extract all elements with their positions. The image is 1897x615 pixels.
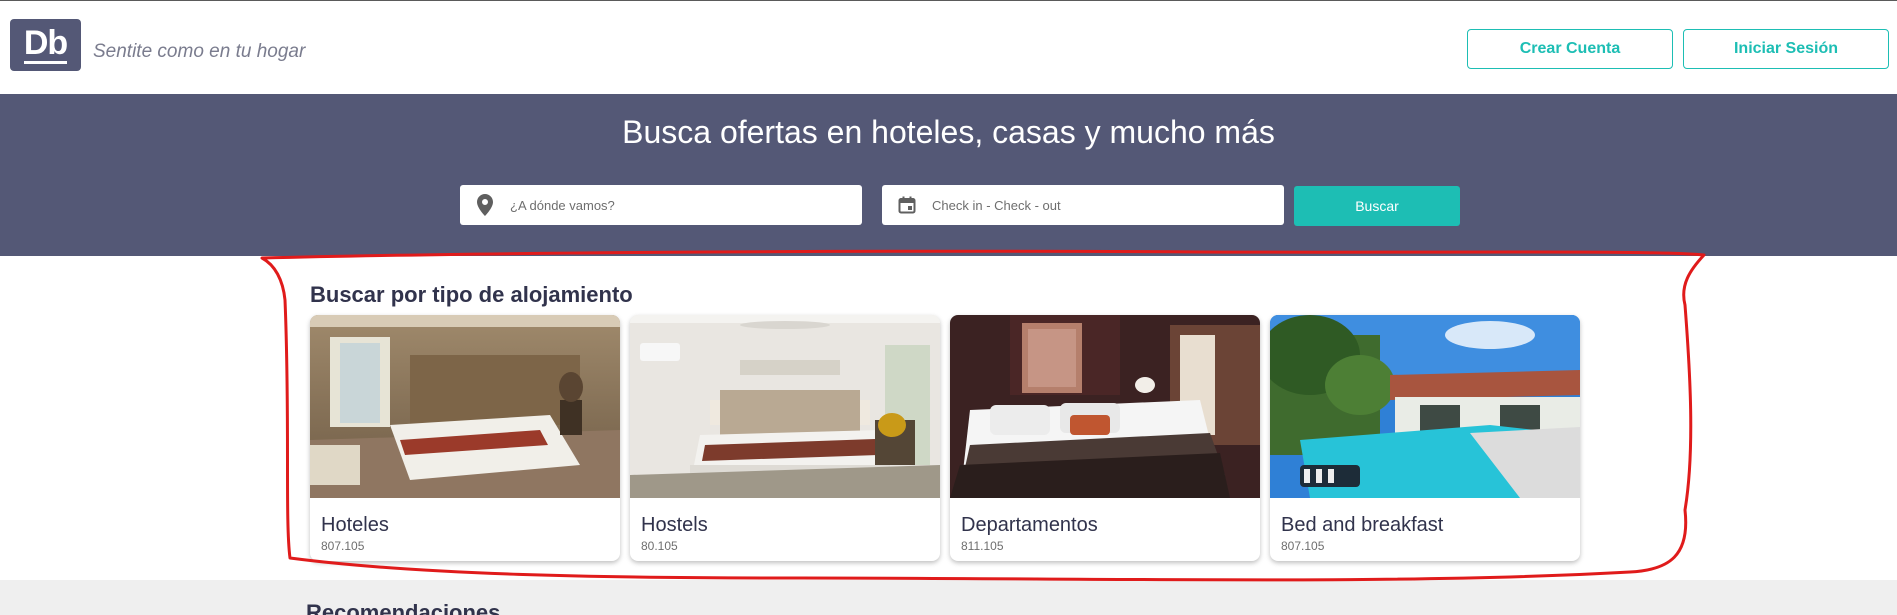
destination-field[interactable]: ¿A dónde vamos?	[460, 185, 862, 225]
destination-placeholder: ¿A dónde vamos?	[510, 197, 615, 213]
recommendations-title: Recomendaciones	[306, 600, 501, 615]
tagline: Sentite como en tu hogar	[93, 41, 306, 62]
recommendations-section: Recomendaciones	[0, 580, 1897, 615]
apartment-room-image	[950, 315, 1260, 498]
login-button[interactable]: Iniciar Sesión	[1683, 29, 1889, 69]
header: Db Sentite como en tu hogar Crear Cuenta…	[0, 0, 1897, 94]
search-button[interactable]: Buscar	[1294, 186, 1460, 226]
hotel-room-image	[310, 315, 620, 498]
category-count: 811.105	[961, 539, 1004, 553]
category-count: 807.105	[321, 539, 365, 553]
category-count: 807.105	[1281, 539, 1325, 553]
hero-search-section: Busca ofertas en hoteles, casas y mucho …	[0, 94, 1897, 256]
location-pin-icon	[460, 194, 510, 216]
category-card-hoteles[interactable]: Hoteles 807.105	[310, 315, 620, 561]
category-label: Hostels	[641, 514, 708, 536]
category-label: Hoteles	[321, 514, 389, 536]
create-account-button[interactable]: Crear Cuenta	[1467, 29, 1673, 69]
category-count: 80.105	[641, 539, 678, 553]
page: Db Sentite como en tu hogar Crear Cuenta…	[0, 0, 1897, 615]
logo[interactable]: Db	[10, 19, 81, 71]
logo-text: Db	[23, 24, 68, 64]
dates-placeholder: Check in - Check - out	[932, 197, 1061, 213]
category-label: Bed and breakfast	[1281, 514, 1444, 536]
bed-and-breakfast-pool-image	[1270, 315, 1580, 498]
hostel-room-image	[630, 315, 940, 498]
dates-field[interactable]: Check in - Check - out	[882, 185, 1284, 225]
category-card-departamentos[interactable]: Departamentos 811.105	[950, 315, 1260, 561]
categories-title: Buscar por tipo de alojamiento	[310, 282, 633, 307]
category-card-bed-and-breakfast[interactable]: Bed and breakfast 807.105	[1270, 315, 1580, 561]
hero-title: Busca ofertas en hoteles, casas y mucho …	[622, 114, 1275, 150]
category-label: Departamentos	[961, 514, 1098, 536]
calendar-icon	[882, 196, 932, 214]
category-card-hostels[interactable]: Hostels 80.105	[630, 315, 940, 561]
